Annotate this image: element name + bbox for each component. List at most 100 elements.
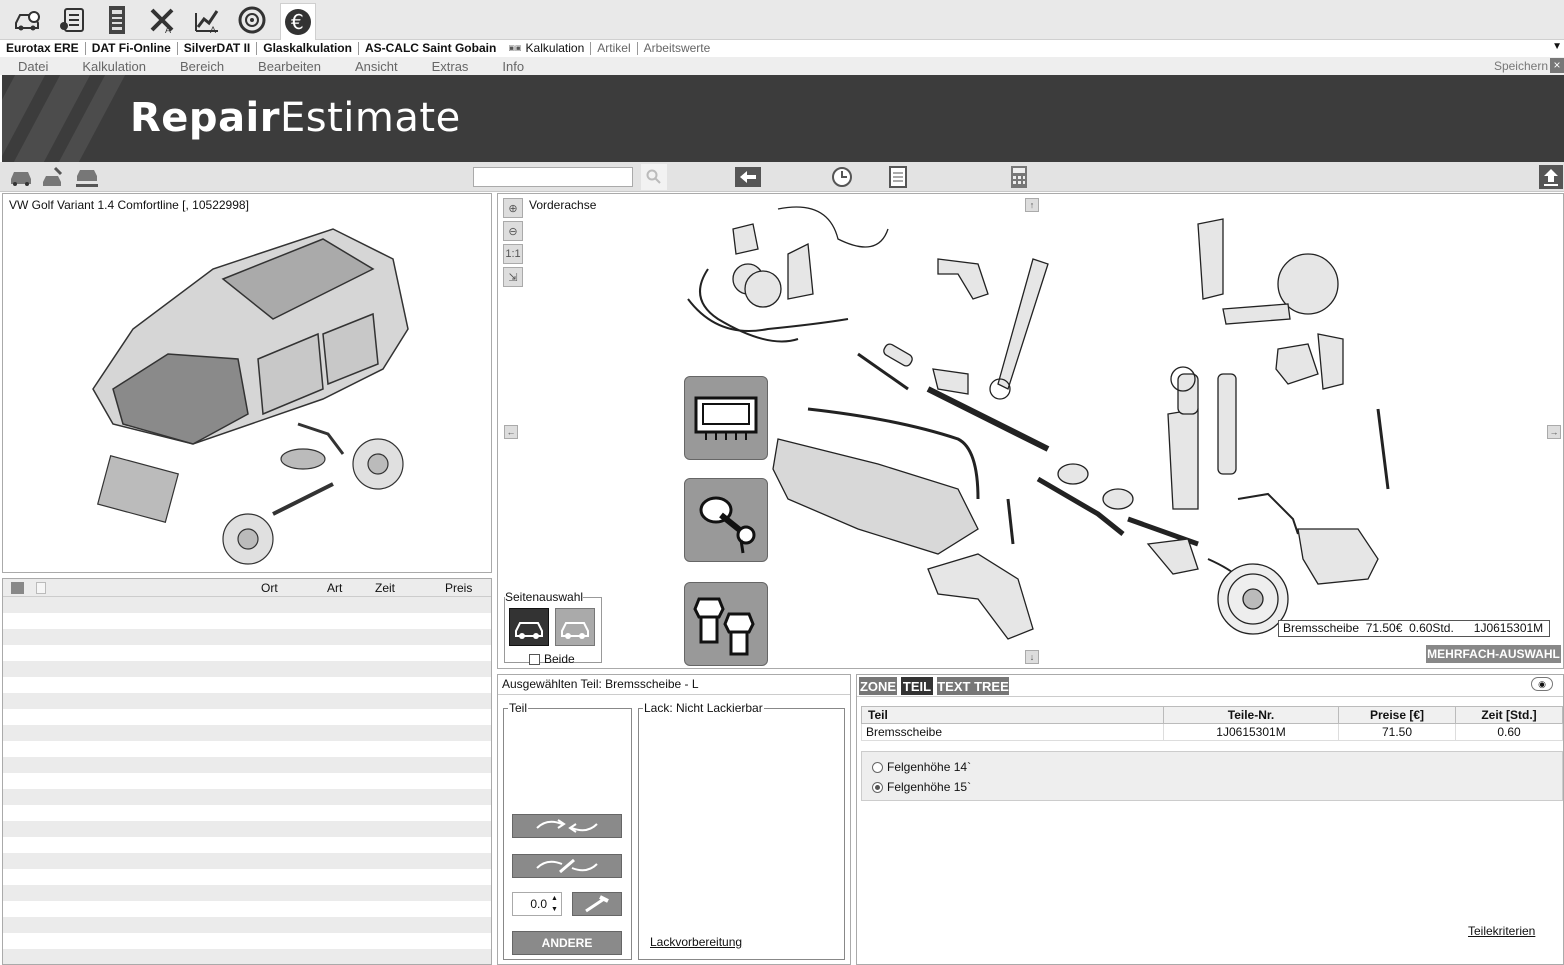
upload-icon[interactable] bbox=[1538, 164, 1564, 190]
tab-dat-fi-online[interactable]: DAT Fi-Online bbox=[86, 42, 178, 55]
control-unit-tile[interactable] bbox=[684, 376, 768, 460]
back-arrow-icon[interactable] bbox=[735, 164, 761, 190]
multi-select-button[interactable]: MEHRFACH-AUSWAHL bbox=[1426, 645, 1561, 663]
right-side-car-icon[interactable] bbox=[555, 608, 595, 646]
tab-as-calc[interactable]: AS-CALC Saint Gobain bbox=[359, 42, 502, 55]
search-icon[interactable] bbox=[641, 164, 667, 190]
list-item[interactable] bbox=[3, 773, 491, 789]
wheel-icon[interactable] bbox=[234, 3, 270, 37]
search-input[interactable] bbox=[473, 167, 633, 187]
list-item[interactable] bbox=[3, 853, 491, 869]
list-item[interactable] bbox=[3, 805, 491, 821]
front-axle-exploded-diagram[interactable] bbox=[678, 199, 1548, 654]
list-item[interactable] bbox=[3, 677, 491, 693]
zoom-reset-icon[interactable]: ⇲ bbox=[503, 267, 523, 287]
both-sides-label: Beide bbox=[544, 652, 575, 666]
car-front-icon[interactable] bbox=[8, 164, 34, 190]
list-item[interactable] bbox=[3, 645, 491, 661]
clock-icon[interactable] bbox=[829, 164, 855, 190]
chart-icon[interactable]: A bbox=[189, 3, 225, 37]
vehicle-exploded-image[interactable] bbox=[73, 209, 423, 569]
save-button[interactable]: Speichern bbox=[1494, 59, 1548, 73]
tab-arbeitswerte[interactable]: Arbeitswerte bbox=[638, 42, 717, 55]
paint-prep-link[interactable]: Lackvorbereitung bbox=[650, 935, 742, 949]
car-lift-icon[interactable] bbox=[74, 164, 100, 190]
column-art[interactable]: Art bbox=[327, 581, 342, 595]
tab-text-tree[interactable]: TEXT TREE bbox=[937, 677, 1009, 695]
menu-info[interactable]: Info bbox=[484, 59, 540, 74]
brand-logo: RepairEstimate bbox=[130, 95, 461, 141]
lock-cylinder-tile[interactable] bbox=[684, 478, 768, 562]
list-item[interactable] bbox=[3, 869, 491, 885]
bolts-tile[interactable] bbox=[684, 582, 768, 666]
barcode-document-icon[interactable] bbox=[99, 3, 135, 37]
tab-glaskalkulation[interactable]: Glaskalkulation bbox=[257, 42, 359, 55]
zoom-out-icon[interactable]: ⊖ bbox=[503, 221, 523, 241]
page-icon[interactable] bbox=[36, 582, 46, 594]
header-zeit: Zeit [Std.] bbox=[1455, 706, 1563, 724]
hammer-button[interactable] bbox=[572, 892, 622, 916]
calculator-icon[interactable] bbox=[1006, 164, 1032, 190]
list-item[interactable] bbox=[3, 757, 491, 773]
list-item[interactable] bbox=[3, 613, 491, 629]
menu-bearbeiten[interactable]: Bearbeiten bbox=[240, 59, 337, 74]
list-item[interactable] bbox=[3, 629, 491, 645]
menu-extras[interactable]: Extras bbox=[414, 59, 485, 74]
menu-kalkulation[interactable]: Kalkulation bbox=[64, 59, 162, 74]
list-item[interactable] bbox=[3, 901, 491, 917]
list-item[interactable] bbox=[3, 917, 491, 933]
table-row[interactable]: Bremsscheibe 1J0615301M 71.50 0.60 bbox=[861, 723, 1563, 741]
menu-ansicht[interactable]: Ansicht bbox=[337, 59, 414, 74]
car-search-icon[interactable] bbox=[10, 3, 46, 37]
expand-icon[interactable] bbox=[11, 582, 24, 594]
part-criteria-link[interactable]: Teilekriterien bbox=[1468, 924, 1535, 938]
both-sides-option[interactable]: Beide bbox=[529, 652, 575, 666]
list-item[interactable] bbox=[3, 821, 491, 837]
nav-right-icon[interactable]: → bbox=[1547, 425, 1561, 439]
car-paint-icon[interactable] bbox=[40, 164, 66, 190]
left-side-car-icon[interactable] bbox=[509, 608, 549, 646]
list-item[interactable] bbox=[3, 725, 491, 741]
list-item[interactable] bbox=[3, 837, 491, 853]
dropdown-arrow-icon[interactable]: ▼ bbox=[1552, 41, 1562, 52]
menu-bereich[interactable]: Bereich bbox=[162, 59, 240, 74]
other-button[interactable]: ANDERE bbox=[512, 931, 622, 955]
part-group: Teil 0.0 ▲ ▼ ANDERE bbox=[503, 701, 632, 960]
tab-eurotax[interactable]: Eurotax ERE bbox=[0, 42, 86, 55]
repair-button[interactable] bbox=[512, 854, 622, 878]
column-ort[interactable]: Ort bbox=[261, 581, 278, 595]
tab-artikel[interactable]: Artikel bbox=[591, 42, 638, 55]
euro-icon[interactable]: € bbox=[280, 3, 316, 40]
tab-kalkulation[interactable]: ▣▣ Kalkulation bbox=[502, 42, 592, 55]
stepper-arrows-icon[interactable]: ▲ ▼ bbox=[551, 893, 558, 915]
list-item[interactable] bbox=[3, 597, 491, 613]
option-felgenhoehe-14[interactable]: Felgenhöhe 14` bbox=[872, 760, 971, 774]
tab-teil[interactable]: TEIL bbox=[901, 677, 933, 695]
both-sides-checkbox[interactable] bbox=[529, 653, 540, 665]
radio-button[interactable] bbox=[872, 761, 883, 773]
column-zeit[interactable]: Zeit bbox=[375, 581, 395, 595]
zoom-in-icon[interactable]: ⊕ bbox=[503, 198, 523, 218]
zoom-fit-button[interactable]: 1:1 bbox=[503, 244, 523, 264]
document-edit-icon[interactable] bbox=[885, 164, 911, 190]
list-item[interactable] bbox=[3, 709, 491, 725]
close-icon[interactable]: × bbox=[1550, 58, 1564, 73]
eye-icon[interactable]: ◉ bbox=[1531, 677, 1553, 691]
replace-button[interactable] bbox=[512, 814, 622, 838]
menu-datei[interactable]: Datei bbox=[0, 59, 64, 74]
document-list-icon[interactable] bbox=[55, 3, 91, 37]
list-item[interactable] bbox=[3, 949, 491, 964]
list-item[interactable] bbox=[3, 661, 491, 677]
tab-silverdat[interactable]: SilverDAT II bbox=[178, 42, 258, 55]
list-item[interactable] bbox=[3, 789, 491, 805]
column-preis[interactable]: Preis bbox=[445, 581, 472, 595]
nav-left-icon[interactable]: ← bbox=[504, 425, 518, 439]
list-item[interactable] bbox=[3, 741, 491, 757]
tab-zone[interactable]: ZONE bbox=[859, 677, 897, 695]
radio-button-selected[interactable] bbox=[872, 781, 883, 793]
option-felgenhoehe-15[interactable]: Felgenhöhe 15` bbox=[872, 780, 971, 794]
list-item[interactable] bbox=[3, 885, 491, 901]
tools-icon[interactable]: A bbox=[144, 3, 180, 37]
list-item[interactable] bbox=[3, 933, 491, 949]
list-item[interactable] bbox=[3, 693, 491, 709]
